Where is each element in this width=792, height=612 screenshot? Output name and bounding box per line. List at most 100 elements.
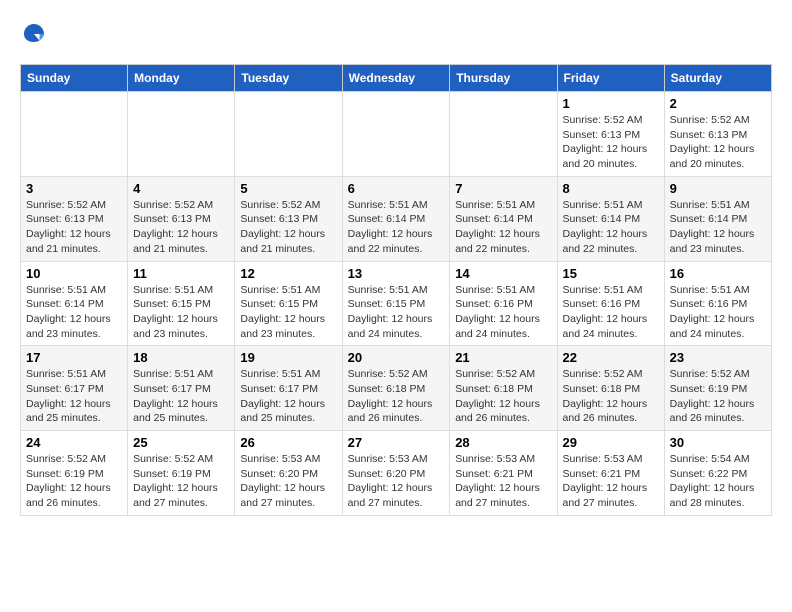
day-info: Sunrise: 5:51 AM Sunset: 6:15 PM Dayligh… — [133, 283, 229, 342]
day-info: Sunrise: 5:52 AM Sunset: 6:13 PM Dayligh… — [26, 198, 122, 257]
day-number: 4 — [133, 181, 229, 196]
day-number: 9 — [670, 181, 766, 196]
day-info: Sunrise: 5:54 AM Sunset: 6:22 PM Dayligh… — [670, 452, 766, 511]
day-info: Sunrise: 5:52 AM Sunset: 6:18 PM Dayligh… — [563, 367, 659, 426]
day-info: Sunrise: 5:52 AM Sunset: 6:19 PM Dayligh… — [670, 367, 766, 426]
day-number: 3 — [26, 181, 122, 196]
day-info: Sunrise: 5:53 AM Sunset: 6:20 PM Dayligh… — [240, 452, 336, 511]
weekday-header: Saturday — [664, 65, 771, 92]
logo — [20, 20, 52, 48]
day-info: Sunrise: 5:51 AM Sunset: 6:14 PM Dayligh… — [455, 198, 551, 257]
calendar-cell: 11 Sunrise: 5:51 AM Sunset: 6:15 PM Dayli… — [128, 261, 235, 346]
calendar-cell: 21 Sunrise: 5:52 AM Sunset: 6:18 PM Dayli… — [450, 346, 557, 431]
calendar-cell: 15 Sunrise: 5:51 AM Sunset: 6:16 PM Dayli… — [557, 261, 664, 346]
day-info: Sunrise: 5:52 AM Sunset: 6:18 PM Dayligh… — [455, 367, 551, 426]
day-info: Sunrise: 5:51 AM Sunset: 6:17 PM Dayligh… — [26, 367, 122, 426]
calendar-cell — [342, 92, 450, 177]
day-number: 14 — [455, 266, 551, 281]
calendar-cell: 18Sunrise: 5:51 AM Sunset: 6:17 PM Dayli… — [128, 346, 235, 431]
day-number: 26 — [240, 435, 336, 450]
day-info: Sunrise: 5:51 AM Sunset: 6:15 PM Dayligh… — [240, 283, 336, 342]
calendar-cell: 28 Sunrise: 5:53 AM Sunset: 6:21 PM Dayli… — [450, 431, 557, 516]
weekday-header: Friday — [557, 65, 664, 92]
day-info: Sunrise: 5:51 AM Sunset: 6:15 PM Dayligh… — [348, 283, 445, 342]
day-number: 11 — [133, 266, 229, 281]
calendar-cell: 5Sunrise: 5:52 AM Sunset: 6:13 PM Daylig… — [235, 176, 342, 261]
calendar-cell: 22 Sunrise: 5:52 AM Sunset: 6:18 PM Dayli… — [557, 346, 664, 431]
day-number: 6 — [348, 181, 445, 196]
calendar-cell: 13 Sunrise: 5:51 AM Sunset: 6:15 PM Dayli… — [342, 261, 450, 346]
calendar-cell: 1Sunrise: 5:52 AM Sunset: 6:13 PM Daylig… — [557, 92, 664, 177]
calendar-week-row: 1 Sunrise: 5:52 AM Sunset: 6:13 PM Daylig… — [21, 92, 772, 177]
calendar-cell: 4 Sunrise: 5:52 AM Sunset: 6:13 PM Daylig… — [128, 176, 235, 261]
day-info: Sunrise: 5:52 AM Sunset: 6:19 PM Dayligh… — [26, 452, 122, 511]
weekday-header: Wednesday — [342, 65, 450, 92]
calendar-header-row: SundayMondayTuesdayWednesdayThursdayFrid… — [21, 65, 772, 92]
day-info: Sunrise: 5:51 AM Sunset: 6:14 PM Dayligh… — [670, 198, 766, 257]
day-info: Sunrise: 5:51 AM Sunset: 6:17 PM Dayligh… — [240, 367, 336, 426]
day-info: Sunrise: 5:52 AM Sunset: 6:13 PM Dayligh… — [133, 198, 229, 257]
calendar-cell: 7 Sunrise: 5:51 AM Sunset: 6:14 PM Daylig… — [450, 176, 557, 261]
day-number: 25 — [133, 435, 229, 450]
day-number: 7 — [455, 181, 551, 196]
weekday-header: Monday — [128, 65, 235, 92]
calendar-cell: 16 Sunrise: 5:51 AM Sunset: 6:16 PM Dayli… — [664, 261, 771, 346]
day-number: 16 — [670, 266, 766, 281]
calendar-cell: 10 Sunrise: 5:51 AM Sunset: 6:14 PM Dayli… — [21, 261, 128, 346]
weekday-header: Thursday — [450, 65, 557, 92]
calendar-cell: 24 Sunrise: 5:52 AM Sunset: 6:19 PM Dayli… — [21, 431, 128, 516]
day-number: 29 — [563, 435, 659, 450]
calendar-cell: 8 Sunrise: 5:51 AM Sunset: 6:14 PM Daylig… — [557, 176, 664, 261]
calendar-cell: 25 Sunrise: 5:52 AM Sunset: 6:19 PM Dayli… — [128, 431, 235, 516]
calendar-cell — [235, 92, 342, 177]
day-info: Sunrise: 5:51 AM Sunset: 6:14 PM Dayligh… — [563, 198, 659, 257]
day-number: 19 — [240, 350, 336, 365]
logo-icon — [20, 20, 48, 48]
day-number: 10 — [26, 266, 122, 281]
day-info: Sunrise: 5:51 AM Sunset: 6:14 PM Dayligh… — [26, 283, 122, 342]
calendar-cell: 17 Sunrise: 5:51 AM Sunset: 6:17 PM Dayli… — [21, 346, 128, 431]
day-info: Sunrise: 5:53 AM Sunset: 6:21 PM Dayligh… — [455, 452, 551, 511]
weekday-header: Sunday — [21, 65, 128, 92]
day-number: 13 — [348, 266, 445, 281]
calendar-cell: 12 Sunrise: 5:51 AM Sunset: 6:15 PM Dayli… — [235, 261, 342, 346]
day-number: 27 — [348, 435, 445, 450]
day-number: 1 — [563, 96, 659, 111]
calendar-cell: 26 Sunrise: 5:53 AM Sunset: 6:20 PM Dayli… — [235, 431, 342, 516]
day-info: Sunrise: 5:51 AM Sunset: 6:16 PM Dayligh… — [455, 283, 551, 342]
calendar-cell: 20Sunrise: 5:52 AM Sunset: 6:18 PM Dayli… — [342, 346, 450, 431]
calendar-cell: 23 Sunrise: 5:52 AM Sunset: 6:19 PM Dayli… — [664, 346, 771, 431]
calendar-week-row: 3 Sunrise: 5:52 AM Sunset: 6:13 PM Daylig… — [21, 176, 772, 261]
calendar-table: SundayMondayTuesdayWednesdayThursdayFrid… — [20, 64, 772, 516]
calendar-week-row: 17 Sunrise: 5:51 AM Sunset: 6:17 PM Dayli… — [21, 346, 772, 431]
day-info: Sunrise: 5:51 AM Sunset: 6:14 PM Dayligh… — [348, 198, 445, 257]
calendar-cell: 29Sunrise: 5:53 AM Sunset: 6:21 PM Dayli… — [557, 431, 664, 516]
calendar-cell: 3 Sunrise: 5:52 AM Sunset: 6:13 PM Daylig… — [21, 176, 128, 261]
calendar-week-row: 24 Sunrise: 5:52 AM Sunset: 6:19 PM Dayli… — [21, 431, 772, 516]
day-info: Sunrise: 5:52 AM Sunset: 6:19 PM Dayligh… — [133, 452, 229, 511]
calendar-cell: 14 Sunrise: 5:51 AM Sunset: 6:16 PM Dayli… — [450, 261, 557, 346]
weekday-header: Tuesday — [235, 65, 342, 92]
day-number: 2 — [670, 96, 766, 111]
calendar-cell: 30Sunrise: 5:54 AM Sunset: 6:22 PM Dayli… — [664, 431, 771, 516]
day-number: 22 — [563, 350, 659, 365]
day-number: 5 — [240, 181, 336, 196]
day-number: 28 — [455, 435, 551, 450]
page-header — [20, 20, 772, 48]
calendar-cell — [450, 92, 557, 177]
day-number: 18 — [133, 350, 229, 365]
day-number: 8 — [563, 181, 659, 196]
day-number: 12 — [240, 266, 336, 281]
day-number: 24 — [26, 435, 122, 450]
day-info: Sunrise: 5:51 AM Sunset: 6:16 PM Dayligh… — [670, 283, 766, 342]
day-info: Sunrise: 5:53 AM Sunset: 6:20 PM Dayligh… — [348, 452, 445, 511]
day-number: 17 — [26, 350, 122, 365]
day-number: 15 — [563, 266, 659, 281]
calendar-week-row: 10 Sunrise: 5:51 AM Sunset: 6:14 PM Dayli… — [21, 261, 772, 346]
day-info: Sunrise: 5:51 AM Sunset: 6:16 PM Dayligh… — [563, 283, 659, 342]
day-info: Sunrise: 5:52 AM Sunset: 6:18 PM Dayligh… — [348, 367, 445, 426]
day-number: 23 — [670, 350, 766, 365]
calendar-cell: 2 Sunrise: 5:52 AM Sunset: 6:13 PM Daylig… — [664, 92, 771, 177]
day-info: Sunrise: 5:52 AM Sunset: 6:13 PM Dayligh… — [670, 113, 766, 172]
day-number: 21 — [455, 350, 551, 365]
